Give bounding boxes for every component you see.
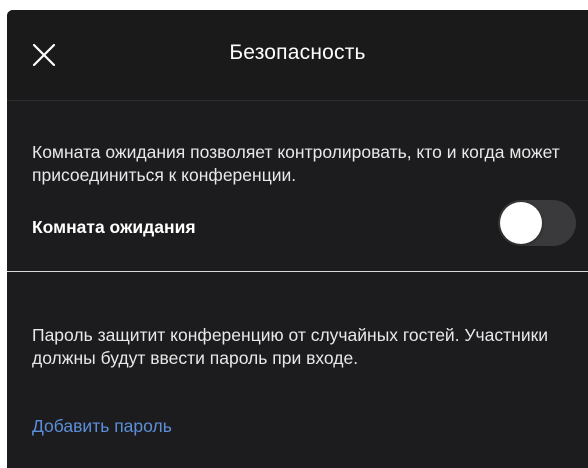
waiting-room-toggle[interactable]: [498, 200, 576, 246]
waiting-room-section: Комната ожидания позволяет контролироват…: [7, 101, 588, 271]
toggle-knob: [500, 202, 542, 244]
password-section: Пароль защитит конференцию от случайных …: [7, 272, 588, 468]
page-title: Безопасность: [229, 41, 366, 64]
password-description: Пароль защитит конференцию от случайных …: [32, 325, 549, 368]
waiting-room-label: Комната ожидания: [32, 217, 196, 237]
waiting-room-description: Комната ожидания позволяет контролироват…: [32, 142, 560, 185]
security-settings-screen: Безопасность Комната ожидания позволяет …: [7, 10, 588, 468]
add-password-link[interactable]: Добавить пароль: [32, 416, 172, 437]
header-bar: Безопасность: [7, 10, 588, 101]
